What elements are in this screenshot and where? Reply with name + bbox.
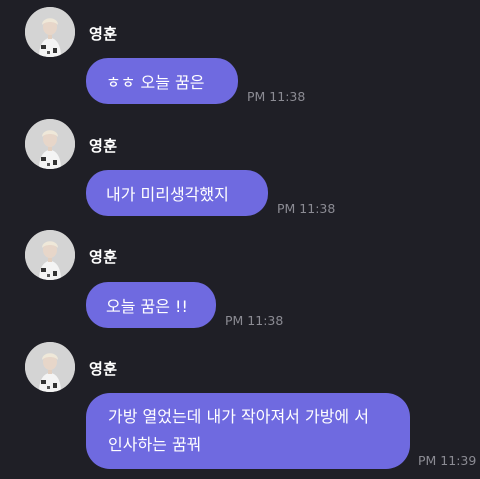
avatar[interactable]: [25, 342, 75, 392]
sender-name: 영훈: [89, 360, 118, 378]
avatar[interactable]: [25, 119, 75, 169]
sender-name: 영훈: [89, 25, 118, 43]
sender-name: 영훈: [89, 248, 118, 266]
message-timestamp: PM 11:38: [247, 89, 306, 104]
message-bubble[interactable]: ㅎㅎ 오늘 꿈은: [86, 58, 238, 104]
chat-message-list[interactable]: 영훈 ㅎㅎ 오늘 꿈은 PM 11:38 영훈 내가 미리생각했지 PM 11:…: [0, 0, 480, 479]
message-timestamp: PM 11:38: [277, 201, 336, 216]
avatar[interactable]: [25, 7, 75, 57]
message-timestamp: PM 11:38: [225, 313, 284, 328]
message-bubble[interactable]: 오늘 꿈은 !!: [86, 282, 216, 328]
sender-name: 영훈: [89, 137, 118, 155]
message-bubble[interactable]: 가방 열었는데 내가 작아져서 가방에 서 인사하는 꿈꿔: [86, 393, 410, 469]
avatar[interactable]: [25, 230, 75, 280]
message-timestamp: PM 11:39: [418, 453, 477, 468]
message-bubble[interactable]: 내가 미리생각했지: [86, 170, 268, 216]
